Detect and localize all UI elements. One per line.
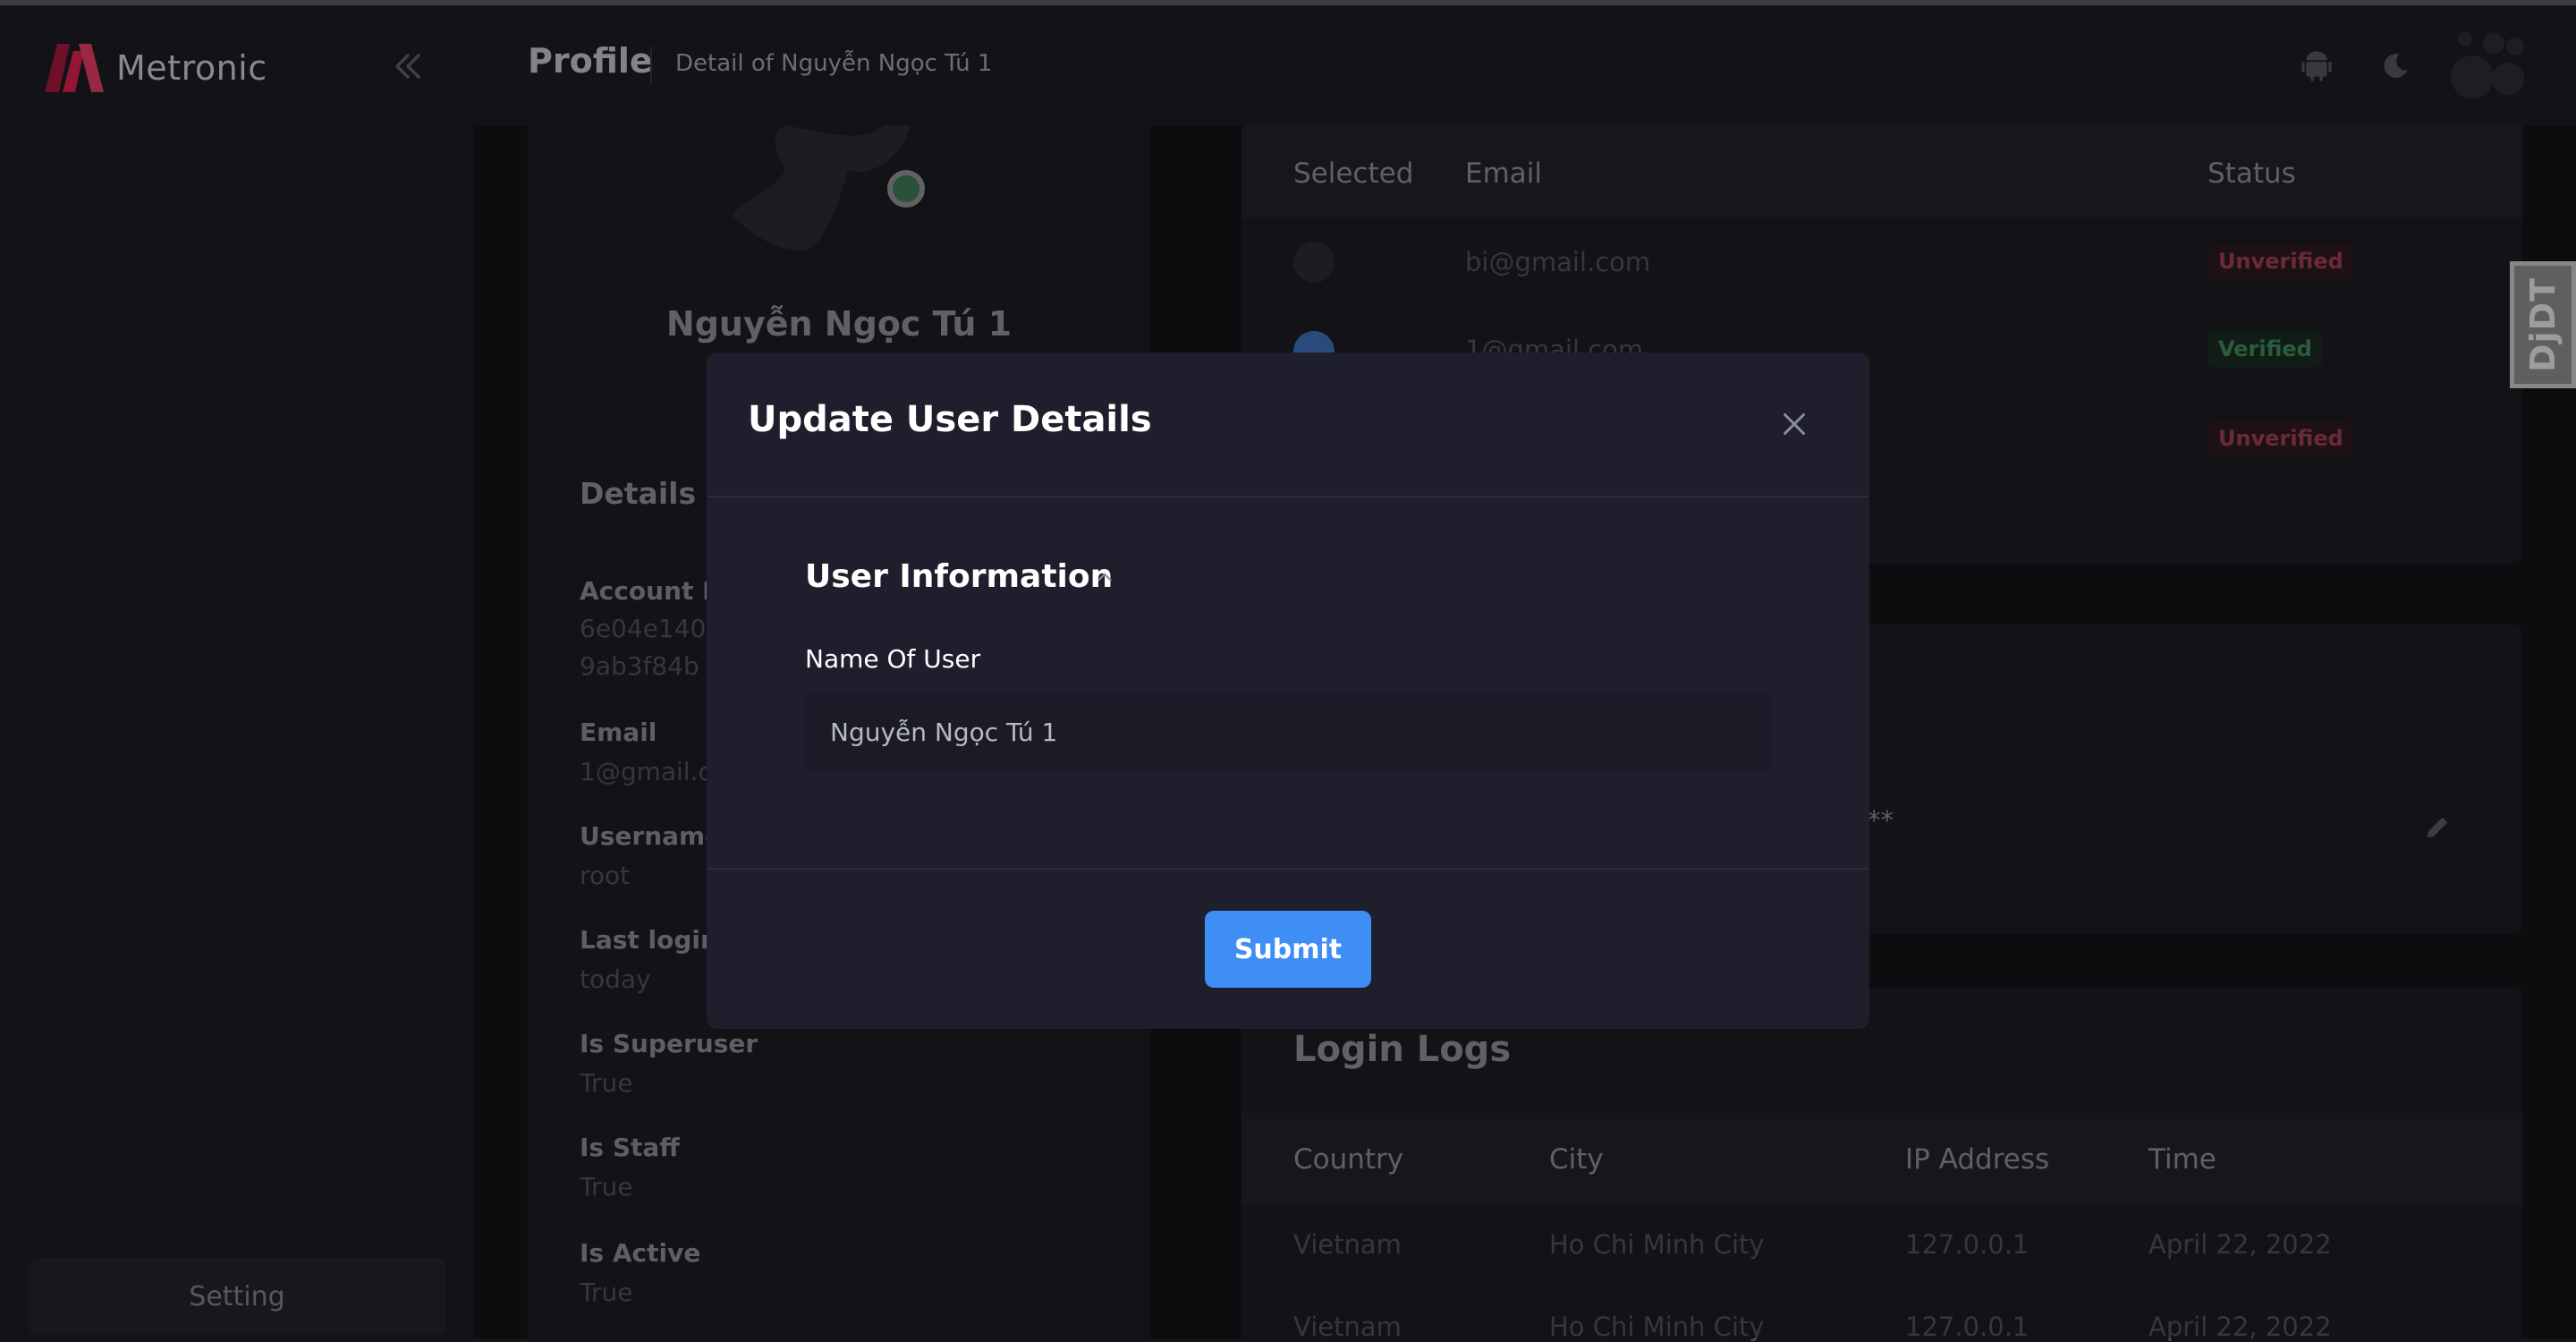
- user-information-toggle[interactable]: User Information: [805, 558, 1113, 595]
- modal-title: Update User Details: [748, 399, 1152, 440]
- modal-footer-divider: [707, 868, 1869, 870]
- submit-button[interactable]: Submit: [1205, 911, 1371, 988]
- name-of-user-label: Name Of User: [805, 644, 981, 674]
- name-of-user-input[interactable]: [805, 692, 1771, 771]
- close-icon[interactable]: [1778, 408, 1810, 440]
- chevron-up-icon[interactable]: [1093, 565, 1116, 589]
- update-user-modal: Update User Details User Information Nam…: [707, 352, 1869, 1029]
- modal-header-divider: [707, 496, 1869, 497]
